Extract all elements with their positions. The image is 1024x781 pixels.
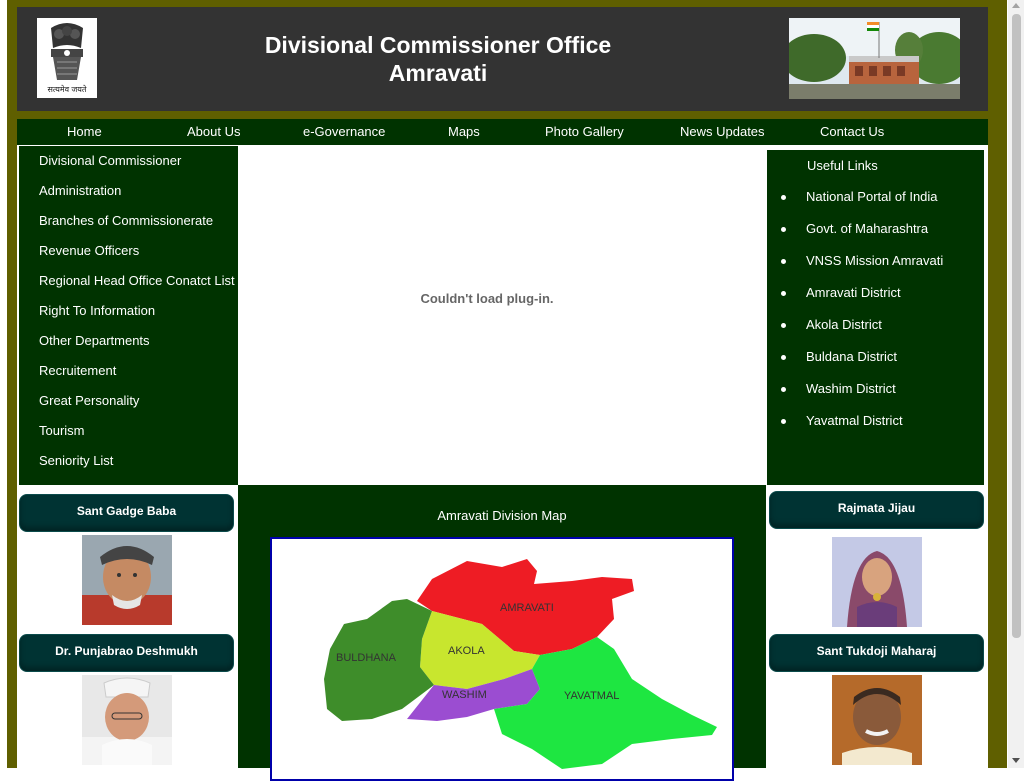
sidebar-item-rti[interactable]: Right To Information bbox=[39, 303, 155, 318]
state-emblem: सत्यमेव जयते bbox=[37, 18, 97, 98]
map-label-washim: WASHIM bbox=[442, 689, 487, 701]
link-national-portal[interactable]: National Portal of India bbox=[806, 189, 938, 204]
sidebar-item-tourism[interactable]: Tourism bbox=[39, 423, 85, 438]
map-label-buldhana: BULDHANA bbox=[336, 652, 397, 664]
personality-button-tukdoji-maharaj[interactable]: Sant Tukdoji Maharaj bbox=[769, 634, 984, 672]
plugin-error-message: Couldn't load plug-in. bbox=[420, 291, 554, 306]
sidebar-item-administration[interactable]: Administration bbox=[39, 183, 121, 198]
nav-home[interactable]: Home bbox=[67, 124, 102, 139]
main-nav: Home About Us e-Governance Maps Photo Ga… bbox=[17, 119, 988, 145]
useful-links-panel: Useful Links National Portal of India Go… bbox=[767, 150, 984, 485]
portrait-gadge-baba[interactable] bbox=[82, 535, 172, 625]
bullet-icon bbox=[781, 291, 786, 296]
nav-news-updates[interactable]: News Updates bbox=[680, 124, 765, 139]
nav-contact-us[interactable]: Contact Us bbox=[820, 124, 884, 139]
emblem-caption: सत्यमेव जयते bbox=[47, 85, 87, 94]
nav-about-us[interactable]: About Us bbox=[187, 124, 240, 139]
title-line-2: Amravati bbox=[388, 60, 488, 86]
nav-e-governance[interactable]: e-Governance bbox=[303, 124, 385, 139]
personality-button-punjabrao-deshmukh[interactable]: Dr. Punjabrao Deshmukh bbox=[19, 634, 234, 672]
page-scrollbar[interactable] bbox=[1008, 0, 1024, 768]
map-title: Amravati Division Map bbox=[437, 508, 567, 523]
right-personalities: Rajmata Jijau Sant Tukdoji Maharaj bbox=[767, 485, 988, 768]
page-title: Divisional Commissioner Office Amravati bbox=[230, 31, 646, 87]
link-washim-district[interactable]: Washim District bbox=[806, 381, 896, 396]
bullet-icon bbox=[781, 227, 786, 232]
map-label-yavatmal: YAVATMAL bbox=[564, 690, 619, 702]
sidebar-item-branches[interactable]: Branches of Commissionerate bbox=[39, 213, 213, 228]
bullet-icon bbox=[781, 419, 786, 424]
sidebar-item-revenue-officers[interactable]: Revenue Officers bbox=[39, 243, 139, 258]
sidebar-item-other-departments[interactable]: Other Departments bbox=[39, 333, 150, 348]
bullet-icon bbox=[781, 387, 786, 392]
map-label-akola: AKOLA bbox=[448, 645, 485, 657]
personality-button-rajmata-jijau[interactable]: Rajmata Jijau bbox=[769, 491, 984, 529]
link-vnss-mission[interactable]: VNSS Mission Amravati bbox=[806, 253, 943, 268]
link-amravati-district[interactable]: Amravati District bbox=[806, 285, 901, 300]
scroll-up-icon[interactable] bbox=[1012, 3, 1020, 8]
map-label-amravati: AMRAVATI bbox=[500, 602, 554, 614]
bullet-icon bbox=[781, 323, 786, 328]
left-personalities: Sant Gadge Baba Dr. Punjabrao Deshmukh bbox=[19, 485, 238, 768]
sidebar-item-recruitement[interactable]: Recruitement bbox=[39, 363, 116, 378]
link-govt-maharashtra[interactable]: Govt. of Maharashtra bbox=[806, 221, 928, 236]
portrait-tukdoji-maharaj[interactable] bbox=[832, 675, 922, 765]
bullet-icon bbox=[781, 259, 786, 264]
bullet-icon bbox=[781, 195, 786, 200]
sidebar-item-great-personality[interactable]: Great Personality bbox=[39, 393, 139, 408]
scroll-thumb[interactable] bbox=[1012, 14, 1021, 638]
sidebar-item-divisional-commissioner[interactable]: Divisional Commissioner bbox=[39, 153, 181, 168]
division-map-section: Amravati Division Map AMRAVATI AKOLA BUL… bbox=[238, 485, 766, 781]
sidebar-item-regional-contact-list[interactable]: Regional Head Office Conatct List bbox=[39, 273, 235, 288]
bullet-icon bbox=[781, 355, 786, 360]
useful-links-title: Useful Links bbox=[807, 158, 878, 173]
plugin-panel: Couldn't load plug-in. bbox=[238, 146, 766, 485]
personality-button-gadge-baba[interactable]: Sant Gadge Baba bbox=[19, 494, 234, 532]
title-line-1: Divisional Commissioner Office bbox=[264, 32, 612, 58]
portrait-punjabrao-deshmukh[interactable] bbox=[82, 675, 172, 765]
link-akola-district[interactable]: Akola District bbox=[806, 317, 882, 332]
office-building-photo bbox=[789, 18, 960, 99]
link-yavatmal-district[interactable]: Yavatmal District bbox=[806, 413, 903, 428]
portrait-rajmata-jijau[interactable] bbox=[832, 537, 922, 627]
nav-photo-gallery[interactable]: Photo Gallery bbox=[545, 124, 624, 139]
division-map[interactable]: AMRAVATI AKOLA BULDHANA WASHIM YAVATMAL bbox=[270, 537, 734, 781]
scroll-down-icon[interactable] bbox=[1012, 758, 1020, 763]
sidebar-item-seniority-list[interactable]: Seniority List bbox=[39, 453, 113, 468]
link-buldana-district[interactable]: Buldana District bbox=[806, 349, 897, 364]
nav-maps[interactable]: Maps bbox=[448, 124, 480, 139]
sidebar-menu: Divisional Commissioner Administration B… bbox=[19, 146, 238, 485]
